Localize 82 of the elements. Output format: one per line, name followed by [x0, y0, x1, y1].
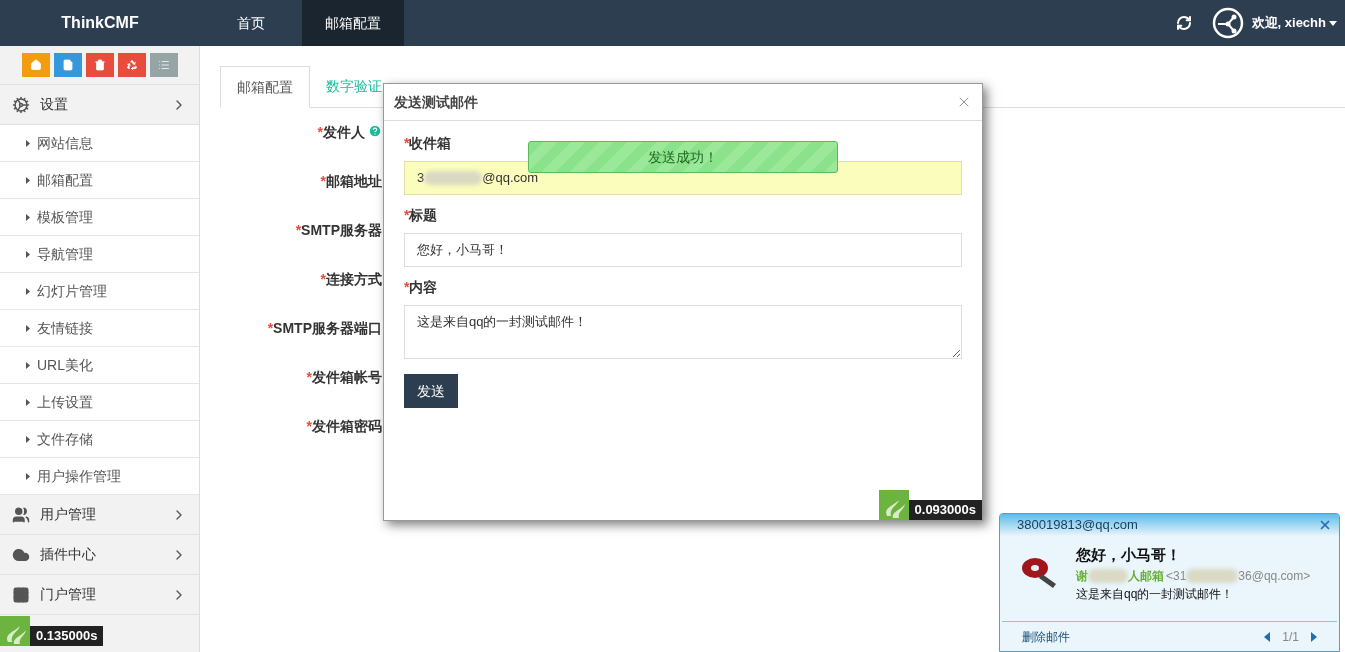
recycle-icon [125, 59, 138, 71]
file-icon [61, 59, 74, 71]
menu-label: 设置 [40, 95, 68, 114]
field-label: *内容 [404, 278, 439, 297]
caret-icon [26, 435, 30, 443]
submenu-item[interactable]: 上传设置 [0, 384, 199, 421]
sender-address: <31 [1166, 567, 1187, 585]
submenu-item[interactable]: 友情链接 [0, 310, 199, 347]
content-field[interactable]: 这是来自qq的一封测试邮件！ [404, 305, 962, 359]
success-toast: 发送成功！ [528, 141, 838, 173]
debug-timer[interactable]: 0.093000s [908, 500, 982, 520]
toolbar-button[interactable] [149, 53, 178, 77]
close-icon[interactable] [1318, 518, 1332, 532]
caret-icon [26, 398, 30, 406]
nav-tab[interactable]: 邮箱配置 [302, 0, 404, 46]
caret-icon [1329, 20, 1337, 26]
field-label: *收件箱 [404, 134, 453, 153]
field-label: *标题 [404, 206, 439, 225]
submenu-item[interactable]: 模板管理 [0, 199, 199, 236]
home-icon [29, 59, 42, 71]
debug-timer[interactable]: 0.135000s [30, 626, 104, 646]
users-icon [12, 505, 30, 524]
sender-name: 谢 [1076, 567, 1088, 585]
submenu-item[interactable]: 用户操作管理 [0, 458, 199, 495]
field-label: *邮箱地址 [320, 172, 382, 191]
mail-subject: 您好，小马哥！ [1076, 545, 1182, 565]
submenu-item[interactable]: 导航管理 [0, 236, 199, 273]
caret-icon [26, 139, 30, 147]
sender-name: 人邮箱 [1128, 567, 1164, 585]
field-label: *发件箱密码 [306, 417, 382, 436]
mail-body: 这是来自qq的一封测试邮件！ [1076, 585, 1235, 603]
caret-icon [26, 287, 30, 295]
field-label: *SMTP服务器端口 [267, 319, 382, 338]
help-icon[interactable] [368, 124, 382, 138]
user-menu[interactable]: 欢迎, xiechh [1251, 13, 1337, 33]
submenu-item[interactable]: 文件存储 [0, 421, 199, 458]
avatar-icon[interactable] [1211, 7, 1244, 39]
blurred-text [424, 171, 483, 185]
nav-tab[interactable]: 首页 [200, 0, 302, 46]
field-label: *连接方式 [320, 270, 382, 289]
toolbar-button[interactable] [85, 53, 114, 77]
delete-link[interactable]: 删除邮件 [1022, 627, 1070, 646]
dialog-title: 发送测试邮件 [394, 92, 478, 112]
subject-field[interactable]: 您好，小马哥！ [404, 233, 962, 267]
menu-label: 插件中心 [40, 545, 96, 564]
toolbar-button[interactable] [21, 53, 50, 77]
send-button[interactable]: 发送 [404, 374, 458, 408]
caret-icon [26, 213, 30, 221]
submenu-item[interactable]: 网站信息 [0, 125, 199, 162]
field-label: *发件箱帐号 [306, 368, 382, 387]
menu-item[interactable]: 用户管理 [0, 495, 199, 535]
menu-item[interactable]: 门户管理 [0, 575, 199, 615]
gears-icon [12, 95, 30, 114]
caret-icon [26, 324, 30, 332]
sender-address: 36@qq.com> [1238, 567, 1311, 585]
submenu-item[interactable]: 邮箱配置 [0, 162, 199, 199]
blurred-text [1186, 568, 1239, 583]
flame-logo-icon [878, 490, 909, 520]
menu-item[interactable]: 插件中心 [0, 535, 199, 575]
field-label: *发件人 [317, 123, 365, 142]
toolbar-button[interactable] [117, 53, 146, 77]
caret-icon [26, 176, 30, 184]
menu-label: 用户管理 [40, 505, 96, 524]
menu-label: 门户管理 [40, 585, 96, 604]
next-icon[interactable] [1311, 631, 1317, 642]
account-address: 380019813@qq.com [1017, 516, 1138, 535]
caret-icon [26, 361, 30, 369]
trash-icon [93, 59, 106, 71]
caret-icon [26, 250, 30, 258]
list-icon [157, 59, 170, 71]
toolbar-button[interactable] [53, 53, 82, 77]
flame-logo-icon [0, 616, 30, 646]
submenu-item[interactable]: URL美化 [0, 347, 199, 384]
tab[interactable]: 邮箱配置 [220, 66, 310, 108]
field-label: *SMTP服务器 [295, 221, 382, 240]
submenu-item[interactable]: 幻灯片管理 [0, 273, 199, 310]
refresh-icon[interactable] [1175, 15, 1192, 31]
blurred-text [1088, 568, 1128, 583]
page-counter: 1/1 [1282, 628, 1299, 646]
logo-text[interactable]: ThinkCMF [0, 11, 200, 35]
prev-icon[interactable] [1264, 631, 1271, 642]
caret-icon [26, 472, 30, 480]
